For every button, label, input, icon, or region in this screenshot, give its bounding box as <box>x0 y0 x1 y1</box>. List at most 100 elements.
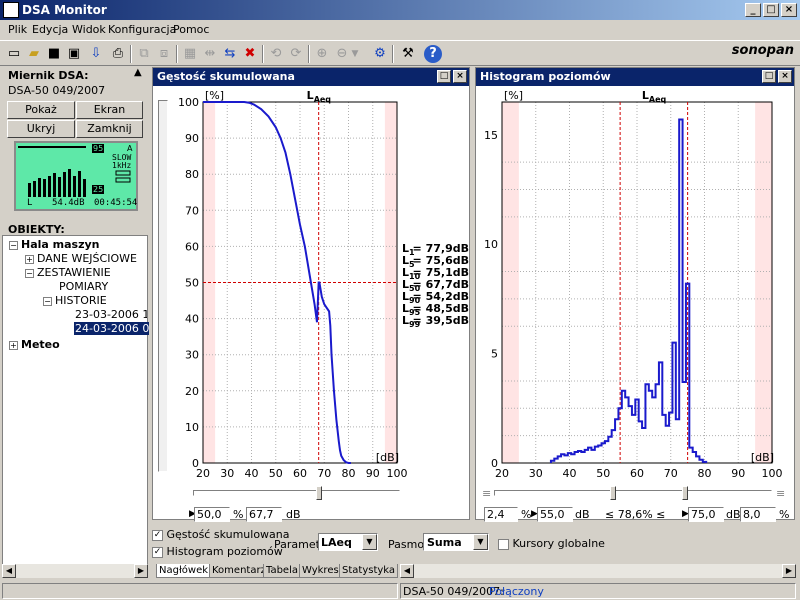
collapse-toggle-icon[interactable]: − <box>25 268 34 278</box>
chevron-down-icon[interactable]: ▼ <box>362 534 377 550</box>
chevron-down-icon[interactable]: ▼ <box>473 534 488 550</box>
drag-handle-icon[interactable]: ≡ <box>776 487 785 500</box>
panel-restore-icon[interactable]: □ <box>762 70 776 83</box>
tree-node-meteo[interactable]: + Meteo <box>9 338 60 351</box>
y-tick-label: 0 <box>192 457 199 470</box>
paste-icon[interactable]: ⧈ <box>154 44 174 64</box>
collapse-toggle-icon[interactable]: − <box>43 296 52 306</box>
vertical-slider-track[interactable] <box>158 100 168 472</box>
open-folder-icon[interactable]: ▰ <box>24 44 44 64</box>
new-file-icon[interactable]: ▭ <box>4 44 24 64</box>
lcd-time: 00:45:54 <box>94 198 138 208</box>
connect-icon[interactable]: ⚙ <box>370 44 390 64</box>
tab-statystyka[interactable]: Statystyka <box>339 564 399 578</box>
histogram-right-percent-field[interactable]: 8,0 <box>740 507 776 522</box>
zoom-out-icon[interactable]: ⊖ <box>332 44 352 64</box>
tree-node-zestawienie[interactable]: − ZESTAWIENIE <box>25 266 111 279</box>
menu-pomoc[interactable]: Pomoc <box>173 23 209 36</box>
histogram-left-db-field[interactable]: 55,0 <box>537 507 573 522</box>
scroll-left-icon[interactable]: ◀ <box>400 564 414 578</box>
zoom-in-icon[interactable]: ⊕ <box>312 44 332 64</box>
y-tick-label: 90 <box>185 132 199 145</box>
drag-handle-icon[interactable]: ≡ <box>482 487 491 500</box>
zoom-dropdown-icon[interactable]: ▼ <box>350 44 360 64</box>
panel-close-icon[interactable]: × <box>453 70 467 83</box>
save-icon[interactable]: ■ <box>44 44 64 64</box>
delete-icon[interactable]: ✖ <box>240 44 260 64</box>
scroll-right-icon[interactable]: ▶ <box>782 564 796 578</box>
tab-komentarz[interactable]: Komentarz <box>209 564 269 578</box>
import-icon[interactable]: ⇩ <box>86 44 106 64</box>
checkbox-checked-icon[interactable]: ✓ <box>152 529 163 541</box>
columns-icon[interactable]: ⇹ <box>200 44 220 64</box>
panel-restore-icon[interactable]: □ <box>437 70 451 83</box>
menu-plik[interactable]: Plik <box>8 23 27 36</box>
collapse-toggle-icon[interactable]: − <box>9 240 18 250</box>
tree-scrollbar[interactable]: ◀ ▶ <box>2 564 148 578</box>
tab-naglowek[interactable]: Nagłówek <box>156 564 212 578</box>
tree-node-historie[interactable]: − HISTORIE <box>43 294 107 307</box>
y-tick-label: 60 <box>185 240 199 253</box>
cumulative-checkbox[interactable]: ✓ Gęstość skumulowana <box>152 528 290 541</box>
x-tick-label: 50 <box>596 467 610 480</box>
cumulative-percent-field[interactable]: 50,0 <box>194 507 230 522</box>
tab-tabela[interactable]: Tabela <box>263 564 301 578</box>
help-icon[interactable]: ? <box>424 45 442 63</box>
menu-widok[interactable]: Widok <box>72 23 106 36</box>
minimize-button[interactable]: _ <box>745 3 761 17</box>
tree-node-history-2[interactable]: 24-03-2006 09:24 <box>74 322 149 335</box>
panel-close-icon[interactable]: × <box>778 70 792 83</box>
tab-wykres[interactable]: Wykres <box>299 564 342 578</box>
cursor-left-icon[interactable]: ⟲ <box>266 44 286 64</box>
expand-toggle-icon[interactable]: + <box>9 340 18 350</box>
tree-node-pomiary[interactable]: POMIARY <box>59 280 108 293</box>
menu-konfiguracja[interactable]: Konfiguracja <box>108 23 176 36</box>
histogram-slider-thumb-left[interactable] <box>610 486 616 500</box>
x-tick-label: 80 <box>342 467 356 480</box>
scroll-left-icon[interactable]: ◀ <box>2 564 16 578</box>
screen-button[interactable]: Ekran <box>76 101 143 119</box>
close-meter-button[interactable]: Zamknij <box>76 120 143 138</box>
save-all-icon[interactable]: ▣ <box>64 44 84 64</box>
histogram-slider-thumb-right[interactable] <box>682 486 688 500</box>
scroll-right-icon[interactable]: ▶ <box>134 564 148 578</box>
arrows-icon[interactable]: ⇆ <box>220 44 240 64</box>
checkbox-empty-icon[interactable] <box>498 538 509 550</box>
tabs-scrollbar[interactable]: ◀ ▶ <box>400 564 796 578</box>
settings-icon[interactable]: ⚒ <box>398 44 418 64</box>
cumulative-slider-track[interactable] <box>193 490 400 496</box>
cumulative-percent-unit: % <box>233 508 244 521</box>
show-button[interactable]: Pokaż <box>7 101 75 119</box>
tree-node-dane[interactable]: + DANE WEJŚCIOWE <box>25 252 137 265</box>
histogram-checkbox[interactable]: ✓ Histogram poziomów <box>152 545 283 558</box>
meter-heading: Miernik DSA: <box>8 69 89 82</box>
cumulative-slider-thumb[interactable] <box>316 486 322 500</box>
tree-node-hala[interactable]: − Hala maszyn <box>9 238 100 251</box>
histogram-left-percent-field[interactable]: 2,4 <box>484 507 518 522</box>
checkbox-checked-icon[interactable]: ✓ <box>152 546 163 558</box>
collapse-icon[interactable]: ▲ <box>134 67 142 78</box>
param-select[interactable]: LAeq ▼ <box>318 533 378 551</box>
status-cell-1 <box>2 583 398 599</box>
laeq-label: LAeq <box>307 89 332 104</box>
expand-toggle-icon[interactable]: + <box>25 254 34 264</box>
histogram-unit: dB <box>575 508 590 521</box>
histogram-right-db-field[interactable]: 75,0 <box>688 507 724 522</box>
maximize-button[interactable]: □ <box>763 3 779 17</box>
copy-icon[interactable]: ⧉ <box>134 44 154 64</box>
band-select[interactable]: Suma ▼ <box>423 533 489 551</box>
menu-edycja[interactable]: Edycja <box>32 23 68 36</box>
cursor-right-icon[interactable]: ⟳ <box>286 44 306 64</box>
cumulative-panel-title: Gęstość skumulowana □ × <box>153 68 469 86</box>
global-cursors-checkbox[interactable]: Kursory globalne <box>498 537 605 550</box>
close-button[interactable]: × <box>781 3 797 17</box>
table-icon[interactable]: ▦ <box>180 44 200 64</box>
x-tick-label: 40 <box>563 467 577 480</box>
print-icon[interactable]: ⎙ <box>108 44 128 64</box>
histogram-slider-track[interactable] <box>494 490 772 496</box>
cumulative-db-field[interactable]: 67,7 <box>246 507 282 522</box>
y-axis-label: [%] <box>504 89 523 102</box>
hide-button[interactable]: Ukryj <box>7 120 75 138</box>
tree-node-history-1[interactable]: 23-03-2006 11:43 <box>75 308 147 321</box>
x-tick-label: 80 <box>698 467 712 480</box>
